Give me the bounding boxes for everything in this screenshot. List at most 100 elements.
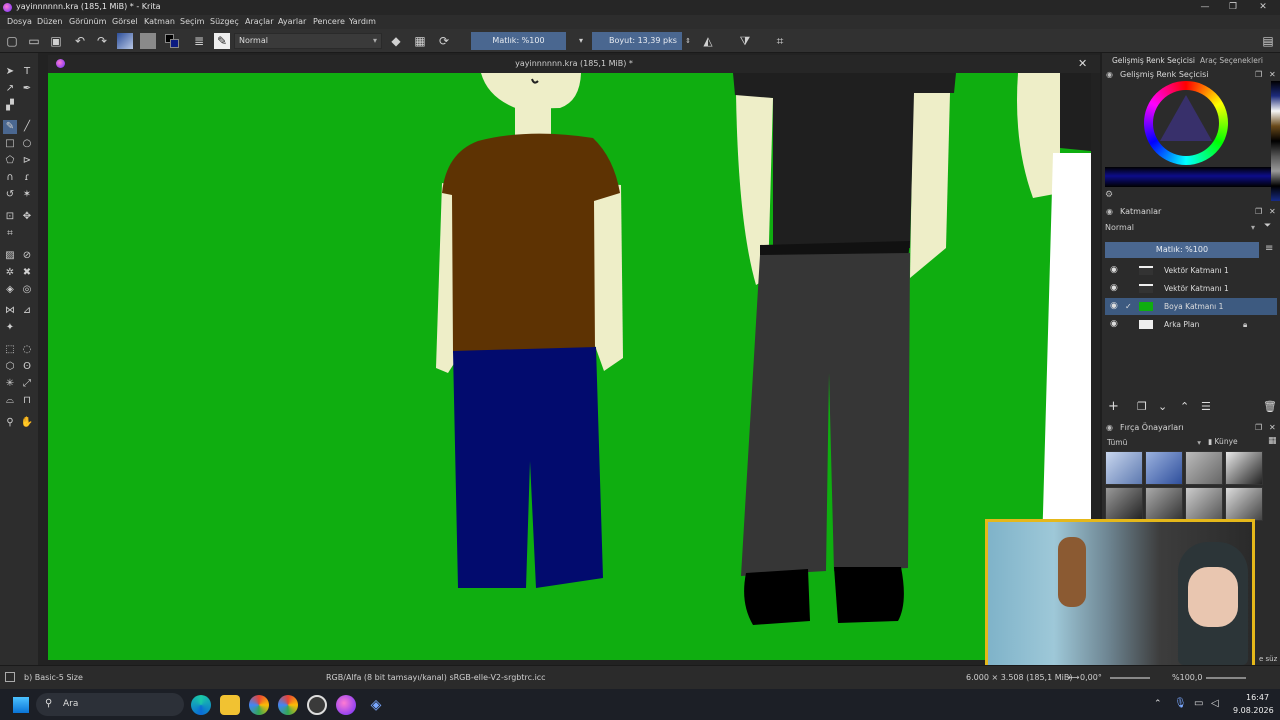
menu-tools[interactable]: Araçlar — [245, 17, 273, 26]
layer-row[interactable]: ◉ Arka Plan 🔒︎ — [1105, 316, 1277, 333]
polygon-select-icon[interactable]: ⬡ — [3, 360, 17, 374]
line-tool-icon[interactable]: ╱ — [20, 120, 34, 134]
brush-preset-icon[interactable]: ✎ — [214, 33, 230, 49]
close-panel-icon[interactable]: ✕ — [1269, 68, 1276, 82]
brush-preset-thumb[interactable] — [1185, 451, 1223, 485]
document-tab[interactable]: yayinnnnnn.kra (185,1 MiB) * ✕ — [48, 55, 1100, 73]
freehand-brush-icon[interactable]: ✎ — [3, 120, 17, 134]
menu-select[interactable]: Seçim — [180, 17, 204, 26]
zoom-slider[interactable] — [1206, 677, 1246, 679]
menu-filter[interactable]: Süzgeç — [210, 17, 239, 26]
wrap-around-icon[interactable]: ⌗ — [772, 33, 788, 49]
fill-tool-icon[interactable]: ◈ — [3, 283, 17, 297]
bezier-select-icon[interactable]: ⌓ — [3, 394, 17, 408]
menu-help[interactable]: Yardım — [349, 17, 376, 26]
tray-chevron-icon[interactable]: ⌃ — [1154, 699, 1162, 709]
transform-tool-icon[interactable]: ⊡ — [3, 210, 17, 224]
dynamic-brush-icon[interactable]: ↺ — [3, 188, 17, 202]
panel-lock-icon[interactable]: ◉ — [1106, 205, 1113, 219]
workspace-icon[interactable]: ▤ — [1260, 33, 1276, 49]
float-panel-icon[interactable]: ❐ — [1255, 421, 1262, 435]
layer-properties-icon[interactable]: ☰ — [1201, 400, 1211, 413]
close-window-button[interactable]: ✕ — [1248, 0, 1278, 15]
mesh-tool-icon[interactable]: ▞ — [3, 99, 17, 113]
float-panel-icon[interactable]: ❐ — [1255, 205, 1262, 219]
file-explorer-icon[interactable] — [220, 695, 240, 715]
move-tool-icon[interactable]: ✥ — [20, 210, 34, 224]
calligraphy-icon[interactable]: ✒ — [20, 82, 34, 96]
mirror-vertical-icon[interactable]: ⧩ — [737, 33, 753, 49]
color-gradient-strip[interactable] — [1105, 167, 1271, 187]
drawing-canvas[interactable] — [48, 73, 1091, 660]
polygon-tool-icon[interactable]: ⬠ — [3, 154, 17, 168]
magnetic-select-icon[interactable]: ⊓ — [20, 394, 34, 408]
visibility-eye-icon[interactable]: ◉ — [1110, 316, 1118, 333]
brush-preset-thumb[interactable] — [1105, 487, 1143, 521]
multibrush-icon[interactable]: ✶ — [20, 188, 34, 202]
duplicate-layer-icon[interactable]: ❐ — [1137, 400, 1147, 413]
float-panel-icon[interactable]: ❐ — [1255, 68, 1262, 82]
rect-select-icon[interactable]: ⬚ — [3, 343, 17, 357]
blend-mode-select[interactable]: Normal ▾ — [234, 33, 382, 49]
color-hue-ring[interactable] — [1144, 81, 1228, 165]
brush-settings-icon[interactable]: ≣ — [191, 33, 207, 49]
menu-image[interactable]: Görsel — [112, 17, 138, 26]
redo-icon[interactable]: ↷ — [94, 33, 110, 49]
windows-start-icon[interactable] — [13, 697, 29, 713]
close-document-button[interactable]: ✕ — [1078, 57, 1087, 70]
layer-menu-icon[interactable]: ≡ — [1265, 243, 1273, 254]
size-stepper-icon[interactable]: ⇕ — [684, 33, 692, 49]
tab-tool-options[interactable]: Araç Seçenekleri — [1200, 56, 1263, 65]
new-document-icon[interactable]: ▢ — [4, 33, 20, 49]
ellipse-select-icon[interactable]: ◌ — [20, 343, 34, 357]
similar-select-icon[interactable]: ⤢ — [20, 377, 34, 391]
clock-date[interactable]: 9.08.2026 — [1233, 706, 1274, 715]
gradient-icon[interactable] — [117, 33, 133, 49]
lock-icon[interactable]: 🔒︎ — [1243, 316, 1247, 333]
obs-icon[interactable] — [307, 695, 327, 715]
chrome-icon[interactable] — [249, 695, 269, 715]
clock-time[interactable]: 16:47 — [1246, 693, 1269, 702]
layer-blend-select[interactable]: Normal ▾ — [1105, 221, 1255, 235]
brush-preset-thumb[interactable] — [1145, 451, 1183, 485]
rectangle-tool-icon[interactable]: □ — [3, 137, 17, 151]
maximize-button[interactable]: ❐ — [1218, 0, 1248, 15]
color-triangle[interactable] — [1160, 95, 1212, 141]
app-diamond-icon[interactable]: ◈ — [366, 695, 386, 715]
freehand-path-icon[interactable]: ɾ — [20, 171, 34, 185]
color-settings-icon[interactable]: ⚙ — [1105, 190, 1113, 200]
status-zoom[interactable]: %100,0 — [1172, 673, 1203, 682]
save-icon[interactable]: ▣ — [48, 33, 64, 49]
crop-tool-icon[interactable]: ⌗ — [3, 227, 17, 241]
enclose-fill-icon[interactable]: ◎ — [20, 283, 34, 297]
close-panel-icon[interactable]: ✕ — [1269, 205, 1276, 219]
text-tool-icon[interactable]: T — [20, 65, 34, 79]
menu-view[interactable]: Görünüm — [69, 17, 106, 26]
menu-edit[interactable]: Düzen — [37, 17, 62, 26]
panel-lock-icon[interactable]: ◉ — [1106, 421, 1113, 435]
reference-tool-icon[interactable]: ✦ — [3, 321, 17, 335]
brush-view-icon[interactable]: ▦ — [1268, 436, 1277, 446]
color-history-strip[interactable] — [1271, 81, 1280, 201]
layer-opacity-slider[interactable]: Matlık: %100 — [1105, 242, 1259, 258]
brush-preset-thumb[interactable] — [1225, 487, 1263, 521]
move-layer-down-icon[interactable]: ⌄ — [1158, 400, 1167, 413]
layer-row[interactable]: ◉ Vektör Katmanı 1 — [1105, 280, 1277, 297]
menu-layer[interactable]: Katman — [144, 17, 175, 26]
contiguous-select-icon[interactable]: ✳ — [3, 377, 17, 391]
visibility-eye-icon[interactable]: ◉ — [1110, 262, 1118, 279]
delete-layer-icon[interactable]: 🗑︎ — [1263, 400, 1277, 413]
opacity-dropdown-icon[interactable]: ▾ — [576, 33, 586, 49]
layer-filter-icon[interactable]: ⏷ — [1264, 221, 1271, 231]
undo-icon[interactable]: ↶ — [72, 33, 88, 49]
menu-settings[interactable]: Ayarlar — [278, 17, 306, 26]
brush-preset-thumb[interactable] — [1145, 487, 1183, 521]
menu-file[interactable]: Dosya — [7, 17, 32, 26]
brush-preset-thumb[interactable] — [1185, 487, 1223, 521]
freehand-select-icon[interactable]: ʘ — [20, 360, 34, 374]
eraser-icon[interactable]: ◆ — [388, 33, 404, 49]
brush-preset-thumb[interactable] — [1225, 451, 1263, 485]
layer-row[interactable]: ◉ ✓ Boya Katmanı 1 — [1105, 298, 1277, 315]
pan-tool-icon[interactable]: ✋ — [20, 416, 34, 430]
status-rotation[interactable]: 0,00° — [1080, 673, 1102, 682]
